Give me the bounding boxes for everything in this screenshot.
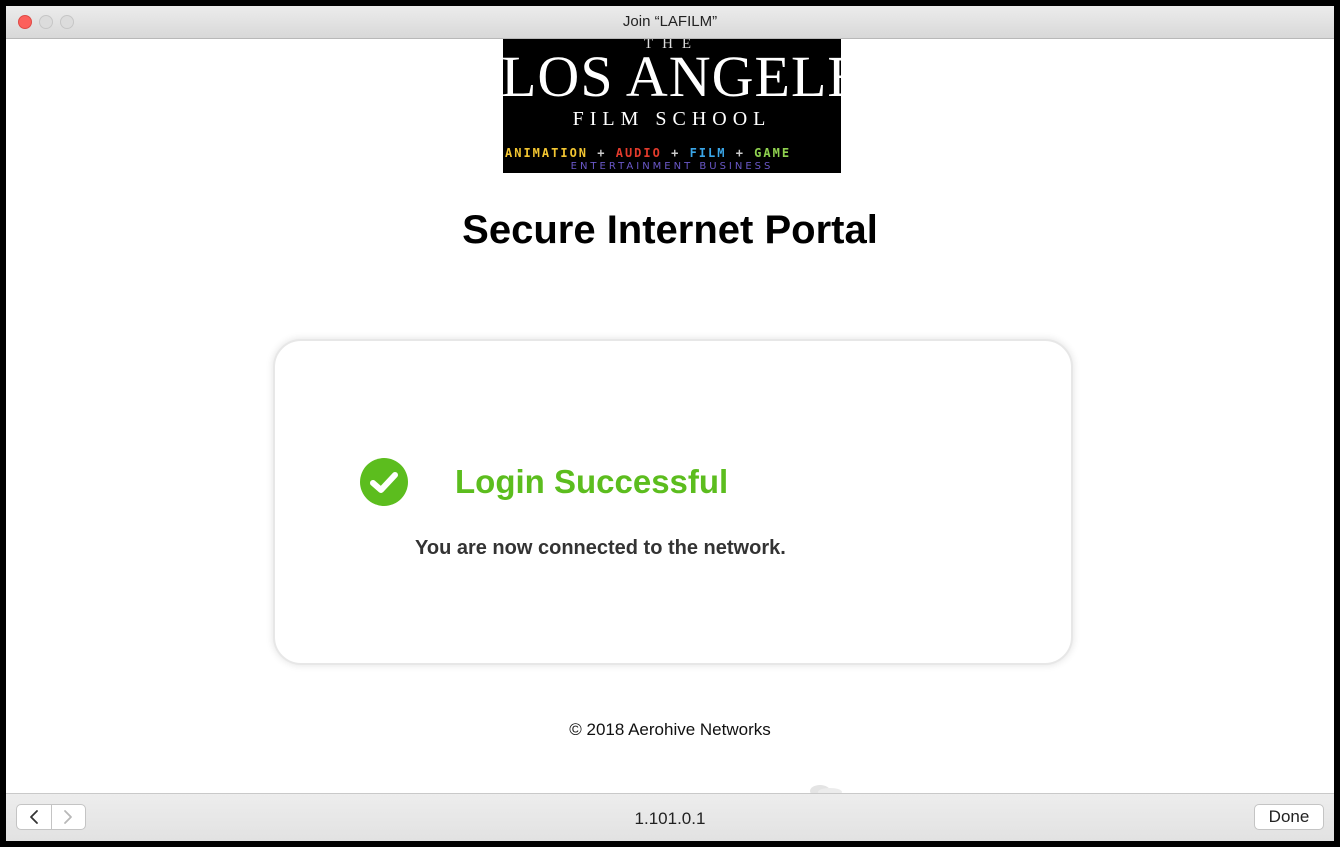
done-button[interactable]: Done — [1254, 804, 1324, 830]
logo-tag-game: GAME — [754, 146, 792, 160]
status-message: You are now connected to the network. — [415, 537, 786, 559]
logo-main-text: LOS ANGELES — [503, 44, 841, 109]
logo-tag-plus: + — [597, 146, 607, 160]
status-card: Login Successful You are now connected t… — [273, 339, 1073, 665]
logo-tag-animation: ANIMATION — [505, 146, 589, 160]
logo-tag-audio: AUDIO — [615, 146, 662, 160]
logo-tagline: ANIMATION + AUDIO + FILM + GAME — [505, 146, 791, 160]
copyright-text: © 2018 Aerohive Networks — [569, 720, 771, 739]
logo-tag-plus: + — [735, 146, 745, 160]
bottom-toolbar: 1.101.0.1 Done — [6, 793, 1334, 841]
title-bar: Join “LAFILM” — [6, 6, 1334, 39]
check-circle-icon — [360, 458, 408, 506]
logo-tag-plus: + — [671, 146, 681, 160]
logo-sub-text: FILM SCHOOL — [572, 108, 772, 130]
status-title: Login Successful — [455, 463, 729, 500]
address-display: 1.101.0.1 — [634, 809, 706, 828]
logo-entertainment-text: ENTERTAINMENT BUSINESS — [570, 161, 774, 172]
page-title: Secure Internet Portal — [462, 208, 878, 252]
school-logo: THE LOS ANGELES FILM SCHOOL ANIMATION + … — [503, 39, 841, 173]
captive-portal-window: Join “LAFILM” THE LOS ANGELES FILM SCHOO… — [0, 0, 1340, 847]
logo-tag-film: FILM — [689, 146, 727, 160]
window-title: Join “LAFILM” — [622, 13, 718, 30]
